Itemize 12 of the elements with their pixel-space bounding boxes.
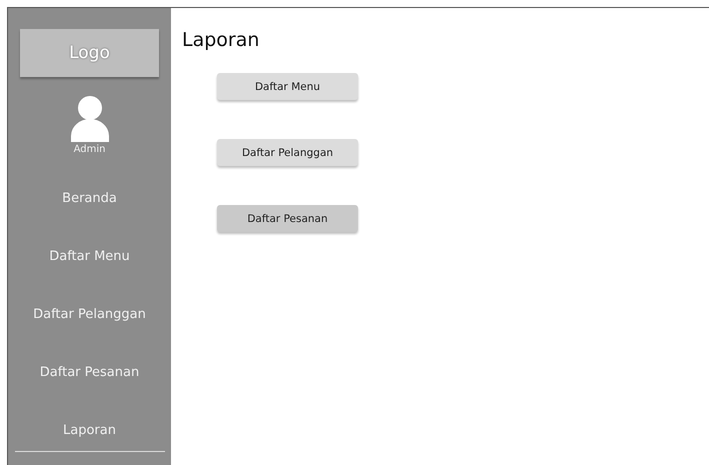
report-button[interactable]: Daftar Pelanggan bbox=[217, 139, 358, 166]
nav-item[interactable]: Laporan bbox=[14, 418, 164, 452]
nav-item[interactable]: Daftar Pesanan bbox=[14, 360, 164, 385]
nav-item[interactable]: Daftar Menu bbox=[14, 244, 164, 269]
user-avatar-icon bbox=[70, 96, 108, 142]
user-name: Admin bbox=[74, 144, 106, 155]
nav-item[interactable]: Daftar Pelanggan bbox=[14, 302, 164, 327]
report-button[interactable]: Daftar Menu bbox=[217, 73, 358, 100]
nav-item[interactable]: Beranda bbox=[14, 186, 164, 211]
report-button[interactable]: Daftar Pesanan bbox=[217, 205, 358, 232]
page-title: Laporan bbox=[182, 29, 260, 51]
logo-text: Logo bbox=[69, 43, 110, 63]
